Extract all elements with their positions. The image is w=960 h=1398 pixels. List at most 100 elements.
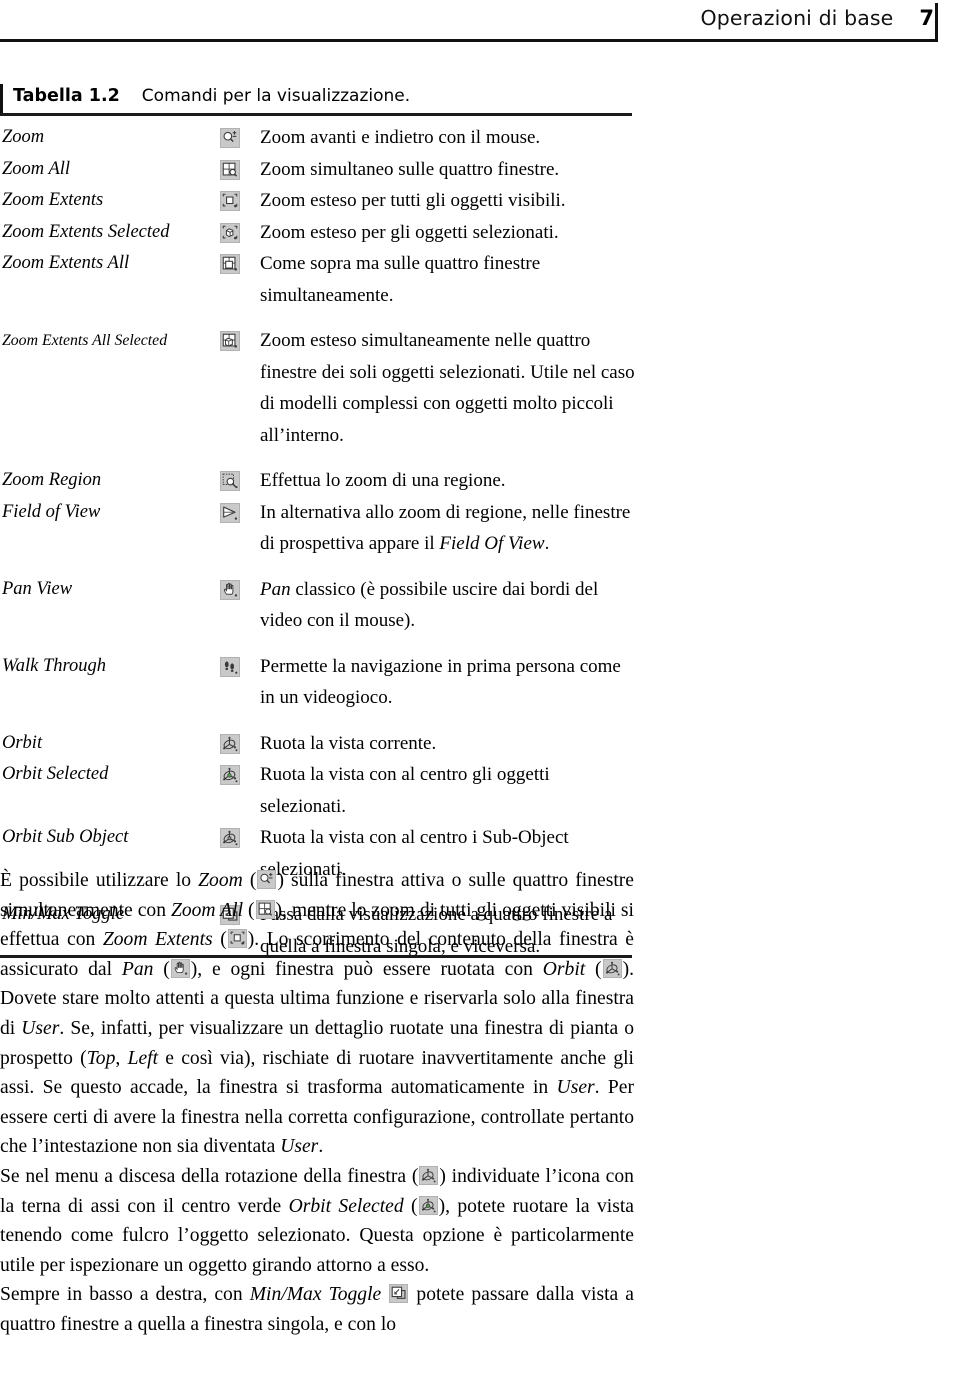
table-body: Zoom Zoom avanti e indietro con il mouse.… — [0, 116, 636, 962]
text-run: Se nel menu a discesa della rotazione de… — [0, 1165, 419, 1187]
pan-hand-icon — [170, 958, 190, 978]
zoom-all-four-viewports-icon[interactable] — [220, 159, 240, 180]
emphasis: Pan — [260, 578, 291, 600]
table-row: Zoom Extents Selected Zoom esteso per gli… — [0, 217, 636, 249]
commands-table: Zoom Zoom avanti e indietro con il mouse.… — [0, 113, 636, 962]
command-name: Zoom Region — [2, 470, 102, 490]
command-name: Walk Through — [2, 655, 106, 676]
command-description: Effettua lo zoom di una regione. — [260, 470, 506, 491]
text-run: ( — [153, 958, 170, 980]
zoom-region-icon[interactable] — [220, 471, 240, 491]
command-icon-cell — [202, 122, 258, 148]
table-caption-label: Tabella 1.2 — [13, 86, 120, 106]
command-icon-cell — [202, 759, 258, 785]
pan-hand-icon[interactable] — [220, 579, 240, 600]
text-run — [381, 1284, 388, 1305]
orbit-sub-object-icon[interactable] — [220, 828, 240, 848]
command-name: Zoom Extents All Selected — [2, 332, 168, 349]
table-row: Walk Through Permette la navigazione in p… — [0, 651, 636, 714]
text-run: ( — [242, 870, 257, 891]
command-name: Zoom Extents All — [2, 253, 130, 273]
emphasis: Orbit — [542, 958, 586, 980]
table-row: Zoom Extents All Come sopra ma sulle quat… — [0, 248, 636, 311]
text-run: ), e ogni finestra può essere ruotata co… — [190, 958, 543, 980]
command-icon-cell — [202, 728, 258, 754]
text-run: È possibile utilizzare lo — [0, 870, 199, 891]
paragraph-1: È possibile utilizzare lo Zoom () sulla … — [0, 866, 634, 1162]
command-description: Zoom simultaneo sulle quattro finestre. — [260, 158, 560, 180]
command-description: Ruota la vista corrente. — [260, 732, 437, 754]
zoom-magnifier-icon — [257, 870, 277, 889]
emphasis: Orbit Selected — [288, 1195, 404, 1217]
command-description: Ruota la vista con al centro gli oggetti… — [260, 764, 550, 817]
command-description: In alternativa allo zoom di regione, nel… — [260, 501, 631, 555]
emphasis: Min/Max Toggle — [249, 1284, 382, 1306]
command-icon-cell — [202, 217, 258, 243]
command-description: Permette la navigazione in prima persona… — [260, 655, 621, 709]
zoom-extents-selected-icon[interactable] — [220, 222, 240, 243]
table-row: Zoom All Zoom simultaneo sulle quattro fi… — [0, 154, 636, 186]
zoom-all-four-viewports-icon — [255, 899, 275, 919]
command-icon-cell — [202, 497, 258, 523]
text-run: ( — [243, 899, 255, 921]
table-row: Zoom Extents All Selected Zoom esteso sim… — [0, 325, 636, 451]
command-description: Pan classico (è possibile uscire dai bor… — [260, 578, 599, 632]
command-icon-cell — [202, 651, 258, 677]
emphasis: Field Of View — [439, 533, 545, 554]
emphasis: Zoom — [198, 870, 243, 891]
paragraph-2: Se nel menu a discesa della rotazione de… — [0, 1162, 634, 1280]
command-description: Zoom avanti e indietro con il mouse. — [260, 127, 541, 148]
text-run: ( — [585, 958, 602, 980]
command-description: Zoom esteso simultaneamente nelle quattr… — [260, 330, 635, 446]
table-row: Pan View Pan classico (è possibile uscire… — [0, 574, 636, 637]
emphasis: Left — [127, 1047, 159, 1069]
command-name: Zoom Extents — [2, 190, 104, 210]
min-max-toggle-icon — [389, 1284, 409, 1304]
running-head-rule — [0, 39, 935, 42]
text-run: . — [318, 1136, 324, 1158]
field-of-view-icon[interactable] — [220, 502, 240, 523]
command-description: Zoom esteso per gli oggetti selezionati. — [260, 221, 559, 243]
orbit-icon — [602, 958, 622, 978]
zoom-extents-icon — [227, 929, 247, 949]
orbit-selected-icon[interactable] — [220, 765, 240, 785]
text-run: ( — [212, 929, 227, 951]
command-name: Zoom Extents Selected — [2, 221, 170, 242]
running-head: Operazioni di base 7 — [0, 0, 960, 46]
zoom-extents-all-icon[interactable] — [220, 254, 240, 274]
command-icon-cell — [202, 465, 258, 491]
command-name: Orbit — [2, 732, 43, 753]
body-text: È possibile utilizzare lo Zoom () sulla … — [0, 866, 634, 1340]
walk-through-footprints-icon[interactable] — [220, 656, 240, 677]
command-description: Zoom esteso per tutti gli oggetti visibi… — [260, 190, 566, 211]
emphasis: User — [556, 1077, 595, 1099]
emphasis: User — [21, 1017, 60, 1039]
running-head-title: Operazioni di base — [700, 6, 894, 30]
text-run: , — [115, 1047, 128, 1069]
page-number: 7 — [919, 6, 934, 30]
table-row: Zoom Zoom avanti e indietro con il mouse. — [0, 122, 636, 154]
command-icon-cell — [202, 822, 258, 848]
text-run: ( — [403, 1195, 418, 1217]
table-row: Zoom Extents Zoom esteso per tutti gli og… — [0, 185, 636, 217]
emphasis: Pan — [121, 958, 154, 980]
command-name: Pan View — [2, 578, 73, 599]
zoom-magnifier-icon[interactable] — [220, 128, 240, 148]
command-name: Orbit Sub Object — [2, 827, 129, 847]
zoom-extents-all-selected-icon[interactable] — [220, 331, 240, 351]
command-icon-cell — [202, 154, 258, 180]
orbit-selected-icon — [418, 1195, 438, 1215]
running-head-inner: Operazioni di base 7 — [701, 6, 934, 30]
emphasis: User — [280, 1136, 319, 1158]
command-icon-cell — [202, 325, 258, 351]
table-row: Field of View In alternativa allo zoom di… — [0, 497, 636, 560]
zoom-extents-icon[interactable] — [220, 191, 240, 211]
text-run: Sempre in basso a destra, con — [0, 1284, 250, 1306]
emphasis: Top — [86, 1047, 116, 1069]
command-name: Orbit Selected — [2, 764, 109, 784]
table-caption: Tabella 1.2 Comandi per la visualizzazio… — [3, 86, 410, 106]
table-row: Zoom Region Effettua lo zoom di una regio… — [0, 465, 636, 497]
table-caption-text: Comandi per la visualizzazione. — [141, 86, 411, 106]
command-icon-cell — [202, 574, 258, 600]
orbit-icon[interactable] — [220, 733, 240, 754]
